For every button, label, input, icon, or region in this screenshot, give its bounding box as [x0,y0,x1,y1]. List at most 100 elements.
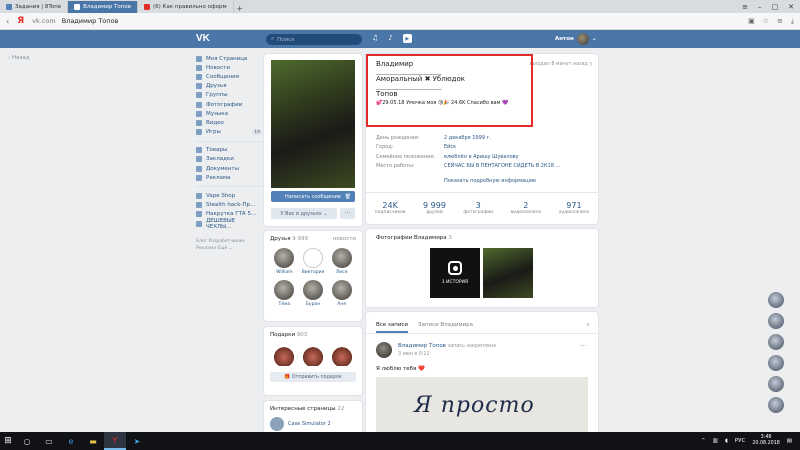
friend-item[interactable]: William [270,248,299,275]
friend-item[interactable]: Виктория [299,248,328,275]
sidebar-item-photos[interactable]: Фотографии [196,100,262,109]
sidebar-footer-links[interactable]: Реклама Ещё ⌄ [196,245,262,252]
yandex-logo-icon[interactable]: Я [17,16,24,26]
show-details-link[interactable]: Показать подробную информацию [444,178,536,184]
counter-friends[interactable]: 9 999 друзей [423,193,446,222]
play-icon[interactable]: ▶ [402,34,412,43]
info-value[interactable]: Ейск [444,144,456,150]
info-value[interactable]: 2 декабря 1999 г. [444,135,491,141]
story-tile[interactable]: 1 ИСТОРИЯ [430,248,480,298]
windows-start-icon[interactable]: ⊞ [0,432,16,450]
music-icon[interactable]: ♪ [388,34,392,43]
sidebar-item-groups[interactable]: Группы [196,91,262,100]
sidebar-item-video[interactable]: Видео [196,118,262,127]
avatar[interactable] [768,355,784,371]
menu-icon[interactable]: ≡ [742,3,748,11]
sidebar-item-ads[interactable]: Реклама [196,173,262,182]
yandex-browser-icon[interactable]: Y [104,432,126,450]
tab-all-posts[interactable]: Все записи [376,322,408,333]
notifications-icon[interactable]: ▤ [787,438,792,444]
post-menu-icon[interactable]: ··· [580,342,587,350]
gifts-block-title[interactable]: Подарки 903 [270,332,356,338]
vk-logo[interactable]: VK [196,33,210,44]
gift-icon[interactable] [274,344,295,366]
network-icon[interactable]: ▥ [713,438,718,444]
language-indicator[interactable]: РУС [735,438,746,444]
interesting-page-item[interactable]: Case Simulator 2 [270,417,356,431]
download-icon[interactable]: ⤓ [791,17,794,26]
send-message-button[interactable]: Написать сообщение 🗑 [271,191,355,202]
task-view-icon[interactable]: ▭ [38,432,60,450]
minimize-icon[interactable]: – [758,3,762,11]
info-value[interactable]: влюблён в Аришу Шувалову [444,154,519,160]
sidebar-item-goods[interactable]: Товары [196,146,262,155]
chevron-up-icon[interactable]: ⌃ [701,438,706,444]
edge-icon[interactable]: e [60,432,82,450]
profile-photo[interactable] [271,60,355,188]
avatar[interactable] [376,342,392,358]
photos-title[interactable]: Фотографии Владимира 3 [376,235,452,241]
tab-own-posts[interactable]: Записи Владимира [418,322,473,328]
sidebar-item-games[interactable]: Игры 19 [196,128,262,137]
avatar[interactable] [768,397,784,413]
sidebar-item-app[interactable]: ДЕШЕВЫЕ ЧЕХЛЫ... [196,218,262,230]
photo-thumbnail[interactable] [483,248,533,298]
sidebar-item-messages[interactable]: Сообщения [196,72,262,81]
gift-icon[interactable] [302,344,323,366]
browser-tab[interactable]: (6) Как правильно оформ [138,1,234,13]
trash-icon[interactable]: 🗑 [345,194,351,200]
counter-photos[interactable]: 3 фотографии [463,193,493,222]
menu-icon[interactable]: ≡ [777,17,783,26]
browser-tab[interactable]: Задания | 8Tone [0,1,69,13]
sidebar-item-music[interactable]: Музыка [196,109,262,118]
sidebar-item-documents[interactable]: Документы [196,164,262,173]
clock[interactable]: 3:48 20.08.2018 [752,435,779,447]
friends-status-button[interactable]: У Вас в друзьях ⌄ [271,208,337,219]
more-actions-button[interactable]: ··· [340,208,355,219]
sidebar-item-bookmarks[interactable]: Закладки [196,155,262,164]
friend-item[interactable]: Тёма [270,280,299,307]
new-tab-button[interactable]: + [234,4,246,13]
sidebar-item-my-page[interactable]: Моя Страница [196,54,262,63]
counter-followers[interactable]: 24K подписчиков [375,193,406,222]
counter-videos[interactable]: 2 видеозаписи [511,193,542,222]
profile-status[interactable]: 💕29.05.18 Умочка моя 😘🎉 24.6K Спасибо ва… [376,100,508,106]
avatar[interactable] [768,313,784,329]
maximize-icon[interactable]: □ [772,3,779,11]
browser-tab-active[interactable]: Владимир Топов [68,1,138,13]
sidebar-footer-links[interactable]: Блог Разработчикам [196,238,262,245]
post-author[interactable]: Владимир Топов [398,343,446,349]
sidebar-item-app[interactable]: Stealth hack-Пр... [196,201,262,210]
post-date[interactable]: 3 июн в 0:22 [398,352,430,357]
avatar[interactable] [768,376,784,392]
sidebar-item-app[interactable]: Vape Shop [196,191,262,200]
friends-block-title[interactable]: Друзья 9 999 новости [270,236,356,242]
friend-item[interactable]: Аня [327,280,356,307]
header-user[interactable]: Антон ⌄ [555,33,596,45]
counter-audio[interactable]: 971 аудиозаписи [559,193,590,222]
send-gift-button[interactable]: 🎁 Отправить подарок [270,372,356,382]
bell-icon[interactable]: ♫ [372,34,378,43]
friend-item[interactable]: Лися [327,248,356,275]
search-icon[interactable]: ⌕ [587,321,590,329]
back-arrow-icon[interactable]: ‹ [6,17,9,26]
folder-icon[interactable]: ▬ [82,432,104,450]
avatar[interactable] [768,292,784,308]
close-icon[interactable]: ✕ [788,3,794,11]
gift-icon[interactable] [331,344,352,366]
post-image[interactable]: Я просто [376,377,588,437]
telegram-icon[interactable]: ➤ [126,432,148,450]
friends-updates-link[interactable]: новости [333,236,356,242]
bookmark-star-icon[interactable]: ☆ [763,17,769,26]
info-value[interactable]: СЕЙЧАС БЫ В ПЕНТАГОНЕ СИДЕТЬ В 2К18 ... [444,163,560,169]
volume-icon[interactable]: ◖ [725,438,728,444]
search-icon[interactable]: ○ [16,432,38,450]
interesting-pages-title[interactable]: Интересные страницы 22 [270,406,356,412]
friend-item[interactable]: Буран [299,280,328,307]
back-link[interactable]: ‹ Назад [8,55,30,61]
url-field[interactable]: vk.com Владимир Топов [32,17,118,25]
sidebar-item-friends[interactable]: Друзья [196,82,262,91]
search-input[interactable]: ⌕ Поиск [266,34,362,45]
avatar[interactable] [768,334,784,350]
sidebar-item-news[interactable]: Новости [196,63,262,72]
